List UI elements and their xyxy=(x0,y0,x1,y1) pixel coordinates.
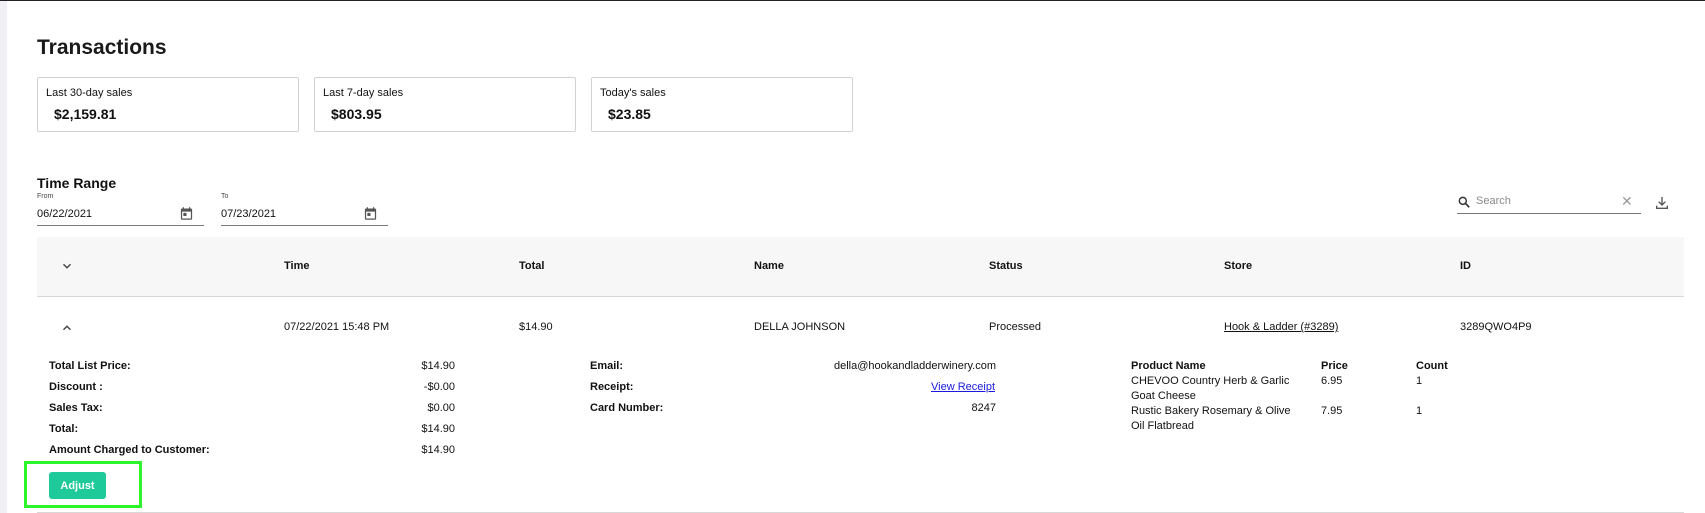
time-range-title: Time Range xyxy=(37,175,117,191)
discount-label: Discount : xyxy=(49,381,103,393)
product-name: Oil Flatbread xyxy=(1131,420,1194,432)
total-list-price-label: Total List Price: xyxy=(49,360,131,372)
top-border xyxy=(0,0,1705,1)
cell-status: Processed xyxy=(989,321,1041,333)
search-box[interactable]: ✕ xyxy=(1457,190,1641,214)
product-price: 7.95 xyxy=(1321,405,1343,417)
cell-total: $14.90 xyxy=(519,321,553,333)
cell-time: 07/22/2021 15:48 PM xyxy=(284,321,390,333)
from-date-field[interactable]: 06/22/2021 xyxy=(37,204,204,226)
product-name: Rustic Bakery Rosemary & Olive xyxy=(1131,405,1291,417)
from-label: From xyxy=(37,193,54,200)
column-header-total[interactable]: Total xyxy=(519,260,544,272)
price-header: Price xyxy=(1321,360,1348,372)
column-header-status[interactable]: Status xyxy=(989,260,1023,272)
chevron-up-icon[interactable] xyxy=(60,321,74,335)
column-header-name[interactable]: Name xyxy=(754,260,784,272)
summary-card-today: Today's sales $23.85 xyxy=(591,77,853,132)
product-count: 1 xyxy=(1416,375,1423,387)
table-header: Time Total Name Status Store ID xyxy=(37,237,1684,297)
summary-card-value: $803.95 xyxy=(331,106,382,122)
summary-card-label: Last 30-day sales xyxy=(46,87,133,99)
product-name: Goat Cheese xyxy=(1131,390,1196,402)
card-number-value: 8247 xyxy=(971,402,996,414)
left-edge-bar xyxy=(0,1,7,513)
column-header-id[interactable]: ID xyxy=(1460,260,1471,272)
cell-id: 3289QWO4P9 xyxy=(1460,321,1532,333)
table-row[interactable]: 07/22/2021 15:48 PM $14.90 DELLA JOHNSON… xyxy=(37,318,1684,338)
summary-card-label: Last 7-day sales xyxy=(323,87,404,99)
total-label: Total: xyxy=(49,423,79,435)
product-count: 1 xyxy=(1416,405,1423,417)
summary-card-30-day: Last 30-day sales $2,159.81 xyxy=(37,77,299,132)
total-value: $14.90 xyxy=(421,423,455,435)
to-label: To xyxy=(221,193,229,200)
to-date-value: 07/23/2021 xyxy=(221,208,277,220)
discount-value: -$0.00 xyxy=(423,381,455,393)
summary-card-7-day: Last 7-day sales $803.95 xyxy=(314,77,576,132)
sales-tax-value: $0.00 xyxy=(427,402,455,414)
column-header-time[interactable]: Time xyxy=(284,260,309,272)
from-date-value: 06/22/2021 xyxy=(37,208,93,220)
amount-charged-value: $14.90 xyxy=(421,444,455,456)
summary-card-value: $23.85 xyxy=(608,106,651,122)
view-receipt-link[interactable]: View Receipt xyxy=(931,381,995,393)
cell-name: DELLA JOHNSON xyxy=(754,321,846,333)
to-date-field[interactable]: 07/23/2021 xyxy=(221,204,388,226)
card-number-label: Card Number: xyxy=(590,402,664,414)
receipt-label: Receipt: xyxy=(590,381,634,393)
calendar-icon[interactable] xyxy=(179,206,194,221)
total-list-price-value: $14.90 xyxy=(421,360,455,372)
amount-charged-label: Amount Charged to Customer: xyxy=(49,444,210,456)
product-name: CHEVOO Country Herb & Garlic xyxy=(1131,375,1290,387)
summary-card-label: Today's sales xyxy=(600,87,666,99)
count-header: Count xyxy=(1416,360,1448,372)
chevron-down-icon[interactable] xyxy=(60,259,74,273)
column-header-store[interactable]: Store xyxy=(1224,260,1252,272)
email-label: Email: xyxy=(590,360,624,372)
summary-card-value: $2,159.81 xyxy=(54,106,117,122)
store-link[interactable]: Hook & Ladder (#3289) xyxy=(1224,321,1338,333)
close-icon[interactable]: ✕ xyxy=(1621,194,1633,208)
page-title: Transactions xyxy=(37,36,167,59)
email-value: della@hookandladderwinery.com xyxy=(834,360,996,372)
product-price: 6.95 xyxy=(1321,375,1343,387)
download-icon[interactable] xyxy=(1654,195,1670,211)
sales-tax-label: Sales Tax: xyxy=(49,402,103,414)
adjust-button[interactable]: Adjust xyxy=(49,472,106,499)
calendar-icon[interactable] xyxy=(363,206,378,221)
search-input[interactable] xyxy=(1476,192,1616,210)
search-icon xyxy=(1458,196,1470,208)
product-name-header: Product Name xyxy=(1131,360,1206,372)
